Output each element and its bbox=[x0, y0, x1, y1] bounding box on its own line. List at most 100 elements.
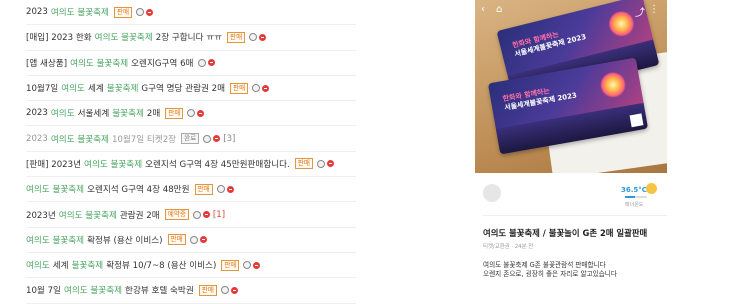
post-title-text[interactable]: 2023년 bbox=[26, 209, 56, 221]
status-badge: 판매 bbox=[294, 158, 313, 170]
face-icon bbox=[189, 235, 198, 244]
new-badge-icon bbox=[146, 8, 154, 16]
keyword-highlight[interactable]: 불꽃축제 bbox=[107, 82, 139, 94]
post-row[interactable]: 2023 여의도 불꽃축제 판매 bbox=[26, 0, 356, 26]
post-row[interactable]: 여의도 불꽃축제 오렌지석 G구역 4장 48만원 판매 bbox=[26, 177, 356, 203]
description-line: 여의도 불꽃축제 G존 불꽃관람석 판매합니다 bbox=[483, 261, 606, 269]
post-title-text[interactable]: 한강뷰 호텔 숙박권 bbox=[125, 284, 194, 296]
face-icon bbox=[252, 84, 261, 93]
manner-temperature: 36.5°C bbox=[621, 186, 647, 194]
keyword-highlight[interactable]: 여의도 불꽃축제 bbox=[95, 31, 153, 43]
post-title-text[interactable]: 오렌지석 G구역 4장 48만원 bbox=[87, 183, 189, 195]
seller-info[interactable]: 36.5°C 매너온도 bbox=[475, 176, 667, 214]
keyword-highlight[interactable]: 여의도 불꽃축제 bbox=[26, 183, 84, 195]
ticket-label: 한화와 함께하는 서울세계불꽃축제 2023 bbox=[512, 24, 588, 59]
new-badge-icon bbox=[262, 84, 270, 92]
face-icon bbox=[187, 109, 196, 118]
new-badge-icon bbox=[326, 160, 334, 168]
post-row[interactable]: 10월7일 여의도 세계 불꽃축제 G구역 명당 관람권 2매 판매 bbox=[26, 76, 356, 102]
post-row[interactable]: 2023년 여의도 불꽃축제 관람권 2매 예약중 [1] bbox=[26, 202, 356, 228]
share-icon[interactable]: ⤴ bbox=[635, 4, 645, 19]
product-description: 여의도 불꽃축제 G존 불꽃관람석 판매합니다 오렌지 존으로, 굉장히 좋은 … bbox=[483, 261, 617, 279]
post-row[interactable]: 2023 여의도 서울세계 불꽃축제 2매 판매 bbox=[26, 101, 356, 127]
chevron-left-icon[interactable]: ‹ bbox=[481, 4, 485, 15]
status-badge: 판매 bbox=[198, 284, 217, 296]
temperature-fill bbox=[625, 196, 635, 198]
temperature-bar bbox=[625, 196, 647, 198]
post-title-text[interactable]: 2장 구합니다 ㅠㅠ bbox=[156, 31, 222, 43]
product-photo[interactable]: 한화와 함께하는 서울세계불꽃축제 2023 한화와 함께하는 서울세계불꽃축제… bbox=[475, 0, 667, 173]
keyword-highlight[interactable]: 불꽃축제 bbox=[72, 259, 104, 271]
post-title-text[interactable]: 세계 bbox=[53, 259, 69, 271]
status-badge: 완료 bbox=[181, 133, 200, 145]
post-row[interactable]: 여의도 불꽃축제 확정뷰 (용산 이비스) 판매 bbox=[26, 228, 356, 253]
post-title-text[interactable]: 세계 bbox=[88, 82, 104, 94]
avatar[interactable] bbox=[483, 184, 501, 202]
post-title-text[interactable]: [판매] 2023년 bbox=[26, 158, 81, 170]
status-badge: 판매 bbox=[221, 259, 240, 271]
keyword-highlight[interactable]: 여의도 불꽃축제 bbox=[26, 234, 84, 246]
post-title-text[interactable]: [매입] 2023 한화 bbox=[26, 31, 92, 43]
new-badge-icon bbox=[208, 59, 216, 67]
status-badge: 예약중 bbox=[164, 209, 189, 221]
status-badge: 판매 bbox=[167, 234, 186, 246]
qr-code bbox=[629, 113, 644, 128]
post-row[interactable]: [앱 새상품] 여의도 불꽃축제 오렌지G구역 6매 bbox=[26, 51, 356, 76]
post-title-text[interactable]: 2023 bbox=[26, 7, 48, 17]
keyword-highlight[interactable]: 여의도 불꽃축제 bbox=[64, 284, 122, 296]
face-icon bbox=[192, 210, 201, 219]
post-title-text[interactable]: 10월7일 bbox=[26, 82, 58, 94]
post-list: 2023 여의도 불꽃축제 판매 [매입] 2023 한화 여의도 불꽃축제 2장 … bbox=[26, 0, 356, 304]
new-badge-icon bbox=[230, 286, 238, 294]
post-title-text[interactable]: 10월7일 티켓2장 bbox=[112, 133, 176, 145]
post-title-text[interactable]: 2023 bbox=[26, 108, 48, 118]
description-line: 오렌지 존으로, 굉장히 좋은 자리로 알고있습니다 bbox=[483, 270, 617, 278]
status-badge: 판매 bbox=[194, 183, 213, 195]
post-title-text[interactable]: [앱 새상품] bbox=[26, 57, 67, 69]
post-title-text[interactable]: 확정뷰 10/7~8 (용산 이비스) bbox=[106, 259, 216, 271]
post-title-text[interactable]: 2매 bbox=[147, 107, 160, 119]
post-row[interactable]: 10월 7일 여의도 불꽃축제 한강뷰 호텔 숙박권 판매 bbox=[26, 278, 356, 304]
comment-count: [3] bbox=[223, 133, 236, 144]
keyword-highlight[interactable]: 불꽃축제 bbox=[112, 107, 144, 119]
post-title-text[interactable]: 2023 bbox=[26, 134, 48, 144]
new-badge-icon bbox=[226, 185, 234, 193]
post-row[interactable]: [판매] 2023년 여의도 불꽃축제 오렌지석 G구역 4장 45만원판매합니… bbox=[26, 152, 356, 178]
manner-label: 매너온도 bbox=[625, 202, 644, 208]
keyword-highlight[interactable]: 여의도 bbox=[51, 107, 75, 119]
keyword-highlight[interactable]: 여의도 불꽃축제 bbox=[59, 209, 117, 221]
face-icon bbox=[216, 185, 225, 194]
post-title-text[interactable]: 확정뷰 (용산 이비스) bbox=[87, 234, 162, 246]
face-icon bbox=[203, 134, 212, 143]
post-title-text[interactable]: 10월 7일 bbox=[26, 284, 61, 296]
post-row[interactable]: 여의도 세계 불꽃축제 확정뷰 10/7~8 (용산 이비스) 판매 bbox=[26, 253, 356, 279]
post-row[interactable]: [매입] 2023 한화 여의도 불꽃축제 2장 구합니다 ㅠㅠ 판매 bbox=[26, 25, 356, 51]
keyword-highlight[interactable]: 여의도 불꽃축제 bbox=[51, 133, 109, 145]
product-card[interactable]: 한화와 함께하는 서울세계불꽃축제 2023 한화와 함께하는 서울세계불꽃축제… bbox=[475, 0, 667, 279]
product-meta: 티켓/교환권 · 24분 전 bbox=[483, 244, 534, 250]
face-icon bbox=[316, 159, 325, 168]
post-title-text[interactable]: 서울세계 bbox=[78, 107, 110, 119]
photo-toolbar: ‹ ⌂ ⤴ ⋮ bbox=[481, 4, 661, 19]
home-icon[interactable]: ⌂ bbox=[496, 4, 502, 15]
new-badge-icon bbox=[213, 135, 221, 143]
keyword-highlight[interactable]: 여의도 bbox=[61, 82, 85, 94]
post-title-text[interactable]: 관람권 2매 bbox=[120, 209, 160, 221]
post-row[interactable]: 2023 여의도 불꽃축제 10월7일 티켓2장 완료 [3] bbox=[26, 126, 356, 152]
keyword-highlight[interactable]: 여의도 불꽃축제 bbox=[51, 6, 109, 18]
face-icon bbox=[220, 286, 229, 295]
post-title-text[interactable]: 오렌지G구역 6매 bbox=[131, 57, 193, 69]
post-title-text[interactable]: G구역 명당 관람권 2매 bbox=[141, 82, 225, 94]
status-badge: 판매 bbox=[113, 6, 133, 18]
comment-count: [1] bbox=[212, 209, 226, 220]
status-badge: 판매 bbox=[165, 107, 184, 119]
keyword-highlight[interactable]: 여의도 불꽃축제 bbox=[70, 57, 128, 69]
product-title: 여의도 불꽃축제 / 불꽃놀이 G존 2매 일괄판매 bbox=[483, 228, 648, 238]
more-icon[interactable]: ⋮ bbox=[649, 4, 659, 15]
ticket-label: 한화와 함께하는 서울세계불꽃축제 2023 bbox=[502, 83, 577, 113]
post-title-text[interactable]: 오렌지석 G구역 4장 45만원판매합니다. bbox=[145, 158, 290, 170]
face-icon bbox=[243, 261, 252, 270]
keyword-highlight[interactable]: 여의도 bbox=[26, 259, 50, 271]
face-icon bbox=[136, 8, 145, 17]
keyword-highlight[interactable]: 여의도 불꽃축제 bbox=[84, 158, 142, 170]
